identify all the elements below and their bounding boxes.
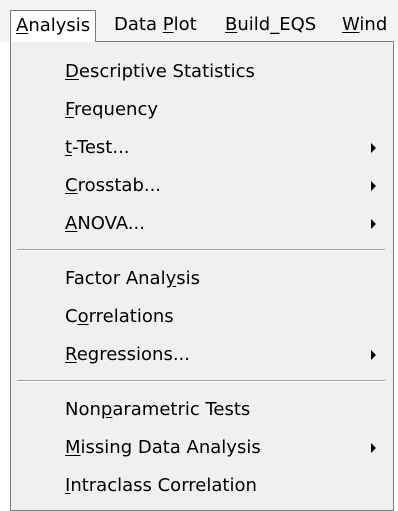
menu-analysis-label: Analysis (16, 15, 91, 36)
submenu-arrow-icon (371, 350, 376, 360)
menu-item-label: Descriptive Statistics (65, 61, 255, 82)
menu-item-label: Nonparametric Tests (65, 399, 251, 420)
menu-separator (17, 380, 385, 382)
menu-data-plot[interactable]: Data Plot (108, 10, 203, 42)
menu-item-crosstab[interactable]: Crosstab... (11, 169, 393, 203)
menu-item-label: t-Test... (65, 137, 130, 158)
menu-item-frequency[interactable]: Frequency (11, 93, 393, 127)
menu-item-label: Frequency (65, 99, 158, 120)
menu-item-correlations[interactable]: Correlations (11, 300, 393, 334)
menu-build-eqs-label: Build_EQS (225, 14, 317, 35)
menu-item-factor-analysis[interactable]: Factor Analysis (11, 262, 393, 296)
menu-item-intraclass-correlation[interactable]: Intraclass Correlation (11, 469, 393, 503)
submenu-arrow-icon (371, 143, 376, 153)
menu-item-regressions[interactable]: Regressions... (11, 338, 393, 372)
menu-item-label: ANOVA... (65, 213, 145, 234)
submenu-arrow-icon (371, 219, 376, 229)
menu-item-nonparametric-tests[interactable]: Nonparametric Tests (11, 393, 393, 427)
submenu-arrow-icon (371, 443, 376, 453)
menu-analysis[interactable]: Analysis (10, 10, 97, 42)
menu-item-label: Missing Data Analysis (65, 437, 261, 458)
menu-separator (17, 249, 385, 251)
menu-item-label: Crosstab... (65, 175, 162, 196)
menu-bar: Analysis Data Plot Build_EQS Wind (0, 0, 398, 42)
menu-window[interactable]: Wind (336, 10, 393, 42)
menu-item-label: Intraclass Correlation (65, 475, 257, 496)
menu-window-label: Wind (342, 14, 388, 35)
menu-item-label: Factor Analysis (65, 268, 200, 289)
menu-item-label: Correlations (65, 306, 174, 327)
menu-build-eqs[interactable]: Build_EQS (219, 10, 322, 42)
menu-item-label: Regressions... (65, 344, 191, 365)
menu-item-missing-data-analysis[interactable]: Missing Data Analysis (11, 431, 393, 465)
analysis-dropdown-menu: Descriptive Statistics Frequency t-Test.… (10, 41, 394, 511)
menu-item-anova[interactable]: ANOVA... (11, 207, 393, 241)
menu-item-t-test[interactable]: t-Test... (11, 131, 393, 165)
menu-item-descriptive-statistics[interactable]: Descriptive Statistics (11, 55, 393, 89)
menu-data-plot-label: Data Plot (114, 14, 197, 35)
submenu-arrow-icon (371, 181, 376, 191)
